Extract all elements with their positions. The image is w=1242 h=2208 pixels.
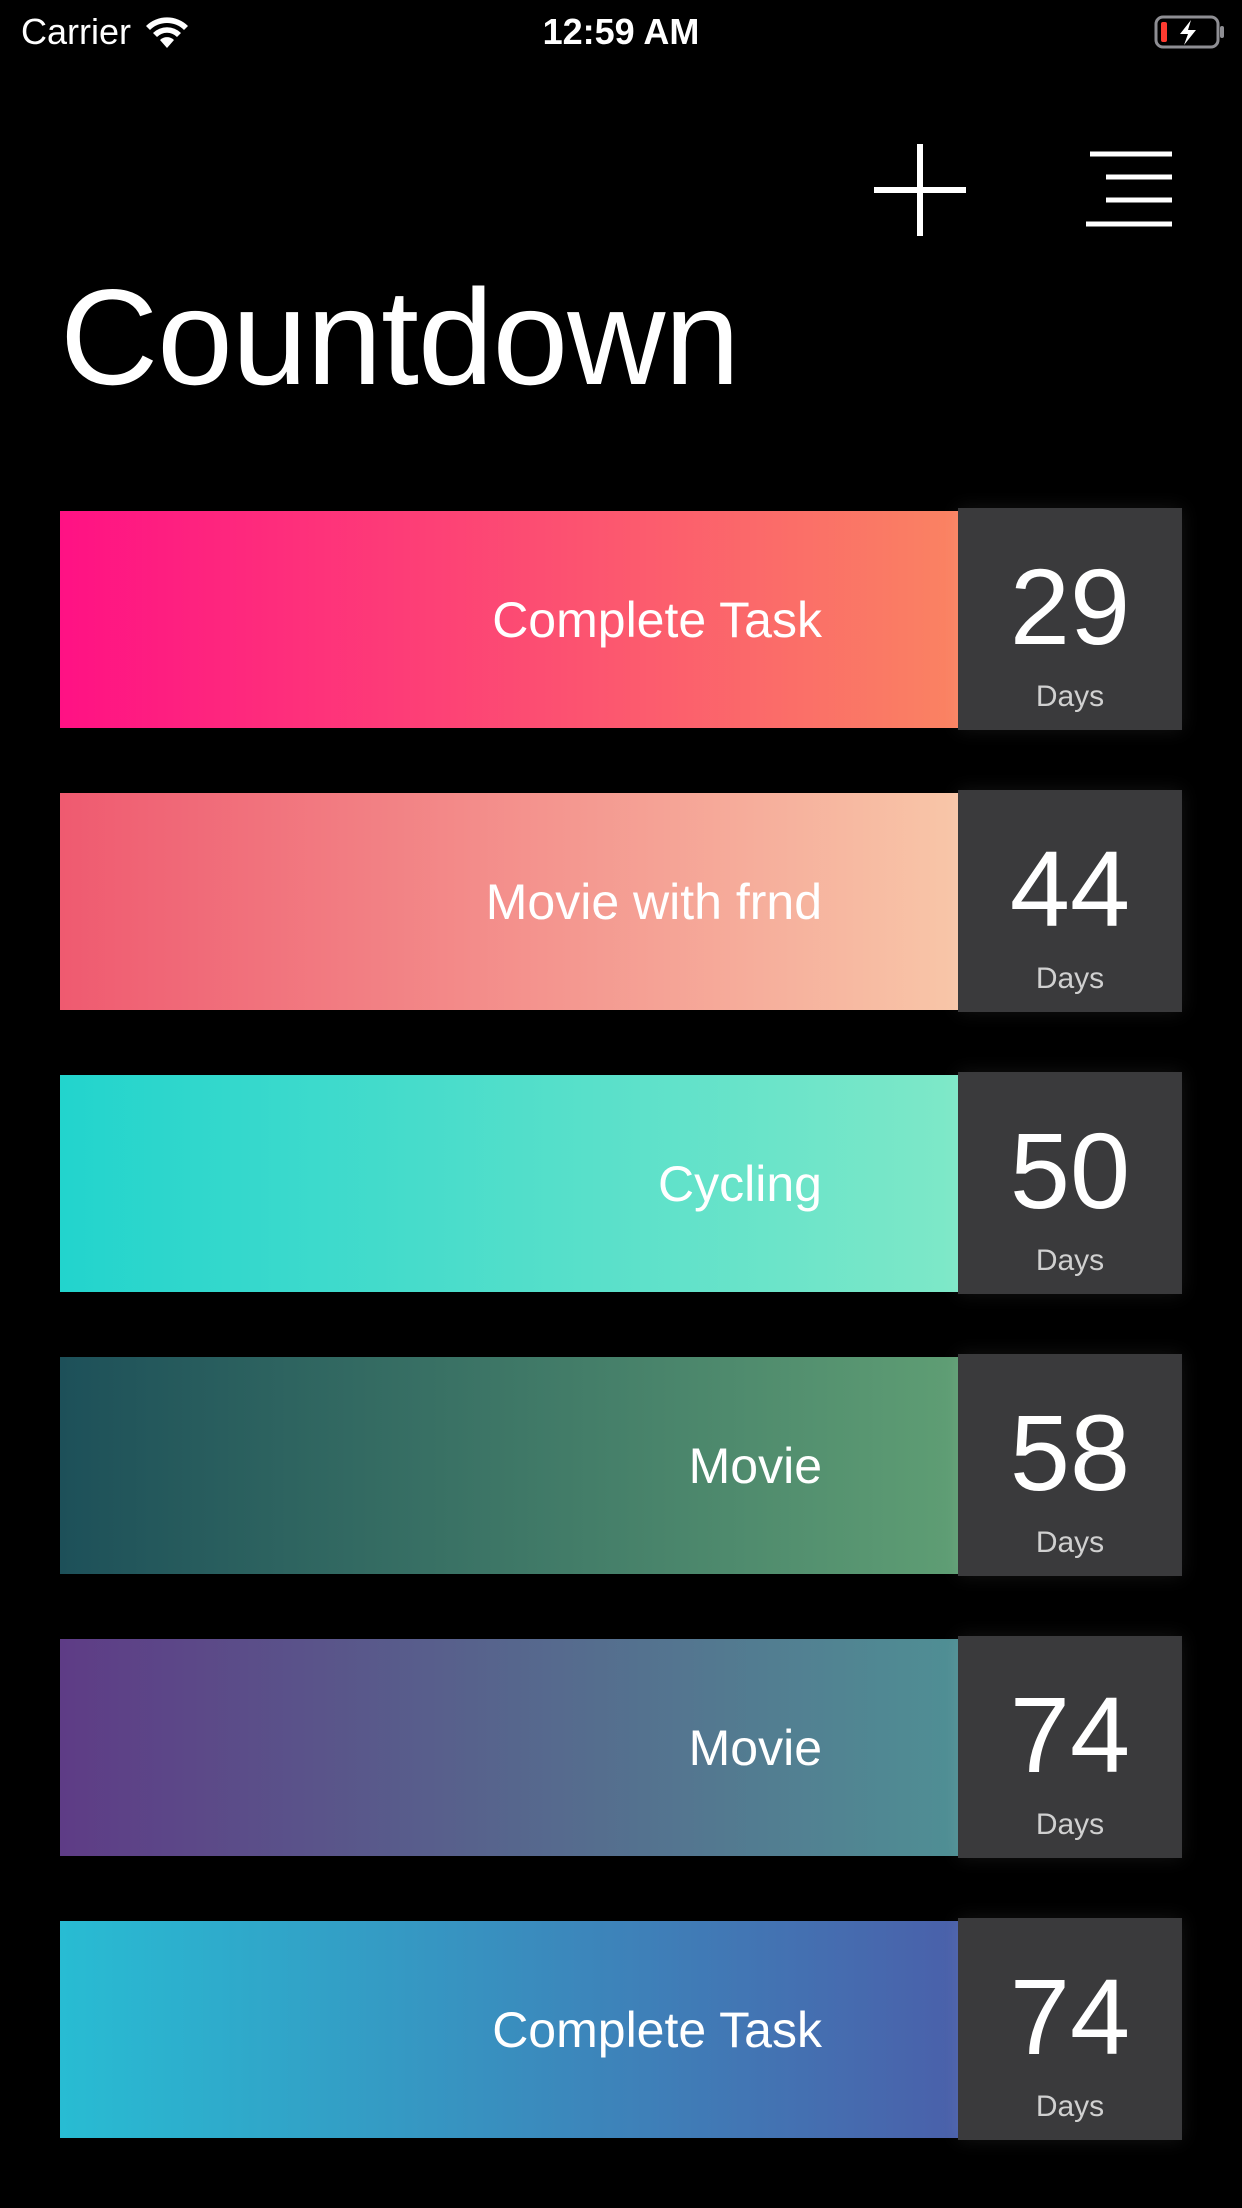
countdown-item-color-bar: Complete Task (60, 511, 958, 728)
countdown-item-title: Movie with frnd (485, 873, 822, 930)
days-unit-label: Days (1035, 680, 1105, 713)
countdown-item-color-bar: Movie with frnd (60, 793, 958, 1010)
days-remaining-value: 74 (1009, 1674, 1131, 1795)
days-remaining-value: 58 (1009, 1392, 1131, 1513)
countdown-item-counter: 74 Days (958, 1636, 1182, 1858)
countdown-item[interactable]: Complete Task 74 Days (60, 1918, 1182, 2140)
countdown-item-color-bar: Complete Task (60, 1921, 958, 2138)
countdown-item-title: Complete Task (492, 2001, 822, 2058)
add-button[interactable] (872, 142, 968, 238)
days-unit-label: Days (1035, 1808, 1105, 1841)
days-unit-label: Days (1035, 1244, 1105, 1277)
days-remaining-value: 74 (1009, 1956, 1131, 2077)
countdown-item-counter: 58 Days (958, 1354, 1182, 1576)
days-remaining-value: 44 (1009, 828, 1131, 949)
status-bar: Carrier 12:59 AM (0, 0, 1242, 62)
menu-button[interactable] (1084, 150, 1174, 230)
countdown-item[interactable]: Movie 74 Days (60, 1636, 1182, 1858)
days-unit-label: Days (1035, 962, 1105, 995)
plus-icon (874, 144, 966, 236)
days-unit-label: Days (1035, 1526, 1105, 1559)
days-unit-label: Days (1035, 2090, 1105, 2123)
countdown-item[interactable]: Cycling 50 Days (60, 1072, 1182, 1294)
countdown-item-color-bar: Movie (60, 1639, 958, 1856)
countdown-item-color-bar: Movie (60, 1357, 958, 1574)
status-time: 12:59 AM (542, 11, 700, 52)
page-title: Countdown (60, 261, 740, 413)
countdown-list: Complete Task 29 Days Movie with frnd 44 Days… (60, 508, 1182, 2200)
days-remaining-value: 50 (1009, 1110, 1131, 1231)
countdown-item-counter: 50 Days (958, 1072, 1182, 1294)
countdown-item-title: Movie (688, 1719, 822, 1776)
countdown-item[interactable]: Movie 58 Days (60, 1354, 1182, 1576)
countdown-item-counter: 74 Days (958, 1918, 1182, 2140)
countdown-item[interactable]: Movie with frnd 44 Days (60, 790, 1182, 1012)
battery-charging-icon (1154, 15, 1224, 49)
menu-icon (1086, 151, 1172, 227)
countdown-item-counter: 29 Days (958, 508, 1182, 730)
countdown-item-title: Movie (688, 1437, 822, 1494)
countdown-item[interactable]: Complete Task 29 Days (60, 508, 1182, 730)
countdown-item-title: Complete Task (492, 591, 822, 648)
countdown-item-counter: 44 Days (958, 790, 1182, 1012)
days-remaining-value: 29 (1009, 546, 1131, 667)
countdown-item-title: Cycling (658, 1155, 822, 1212)
countdown-item-color-bar: Cycling (60, 1075, 958, 1292)
